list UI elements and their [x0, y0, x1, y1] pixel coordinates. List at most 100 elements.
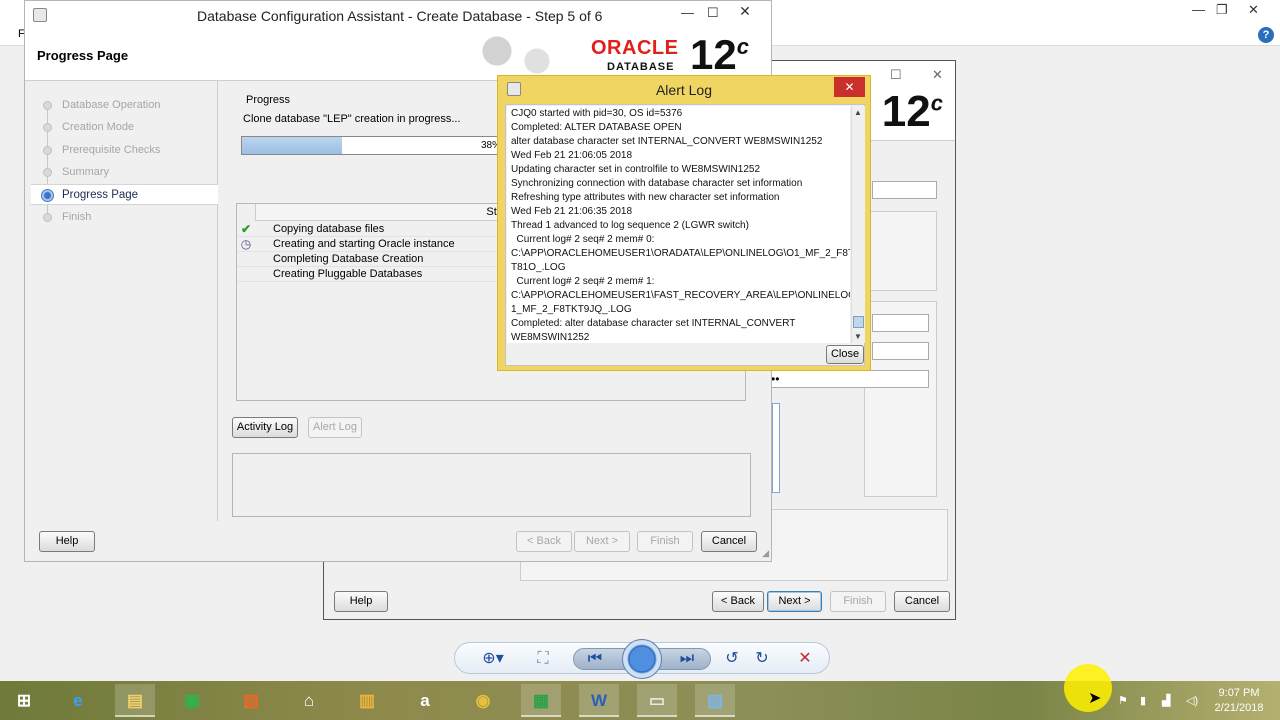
clock-icon: ◷	[240, 237, 252, 251]
alert-log-line: CJQ0 started with pid=30, OS id=5376	[511, 108, 683, 119]
12c-logo: 12c	[690, 31, 749, 78]
word-icon[interactable]: W	[579, 684, 619, 717]
oracle-logo: ORACLE	[591, 37, 679, 59]
store-icon[interactable]: ▣	[172, 684, 212, 717]
progress-fill	[242, 137, 342, 154]
network-icon[interactable]: ▟	[1162, 694, 1170, 707]
chrome-icon[interactable]: ◉	[463, 684, 503, 717]
alert-log-line: Wed Feb 21 21:06:05 2018	[511, 150, 633, 161]
bg-input-1[interactable]	[872, 181, 937, 199]
alert-log-line: alter database character set INTERNAL_CO…	[511, 136, 823, 147]
alert-log-line: Current log# 2 seq# 2 mem# 0:	[511, 234, 655, 245]
delete-icon[interactable]: ✕	[793, 647, 817, 671]
clock[interactable]: 9:07 PM 2/21/2018	[1208, 686, 1270, 716]
file-explorer-icon[interactable]: ▤	[115, 684, 155, 717]
step-navigator: Database Operation Creation Mode Prerequ…	[31, 81, 218, 521]
actual-size-icon[interactable]: ⛶	[531, 647, 555, 671]
bg-next-button[interactable]: Next >	[767, 591, 822, 612]
alert-log-button[interactable]: Alert Log	[308, 417, 362, 438]
maximize-icon[interactable]: ❐	[1216, 2, 1228, 18]
page-header: Progress Page ORACLE DATABASE 12c	[25, 31, 771, 81]
scroll-up-icon[interactable]: ▲	[854, 108, 862, 117]
photo-viewer-icon[interactable]: ▨	[695, 684, 735, 717]
page-title: Progress Page	[37, 48, 129, 63]
maximize-icon[interactable]: ☐	[707, 5, 719, 21]
next-button[interactable]: Next >	[574, 531, 630, 552]
previous-icon[interactable]: ⏮	[583, 647, 607, 671]
java-icon	[33, 8, 47, 22]
activity-log-button[interactable]: Activity Log	[232, 417, 298, 438]
nav-item-creation-mode: Creation Mode	[31, 117, 218, 138]
current-step-icon	[41, 189, 54, 202]
scroll-down-icon[interactable]: ▼	[854, 332, 862, 341]
alert-log-scrollbar[interactable]: ▲ ▼	[851, 106, 865, 343]
next-icon[interactable]: ⏭	[675, 647, 699, 671]
alert-log-line: C:\APP\ORACLEHOMEUSER1\FAST_RECOVERY_ARE…	[511, 290, 850, 301]
bg-finish-button[interactable]: Finish	[830, 591, 886, 612]
step-dot-icon	[43, 213, 52, 222]
close-icon[interactable]: ✕	[725, 3, 765, 23]
scroll-thumb[interactable]	[853, 316, 864, 328]
minimize-icon[interactable]: —	[1192, 2, 1205, 17]
close-icon[interactable]: ✕	[834, 77, 865, 97]
mouse-pointer-icon: ➤	[1088, 690, 1102, 707]
help-icon[interactable]: ?	[1258, 27, 1274, 43]
home-icon[interactable]: ⌂	[289, 684, 329, 717]
bg-input-2[interactable]	[872, 314, 929, 332]
zoom-icon[interactable]: ⊕▾	[479, 647, 507, 671]
notes-icon[interactable]: ▥	[347, 684, 387, 717]
progress-bar: 38%	[241, 136, 506, 155]
rotate-right-icon[interactable]: ↻	[751, 647, 773, 671]
close-icon[interactable]: ✕	[1248, 2, 1259, 18]
start-icon[interactable]: ⊞	[4, 684, 44, 717]
step-dot-icon	[43, 168, 52, 177]
bg-close-icon[interactable]: ✕	[932, 67, 943, 83]
application-window-icon[interactable]: ▭	[637, 684, 677, 717]
step-dot-icon	[43, 146, 52, 155]
progress-legend: Progress	[246, 94, 291, 106]
volume-icon[interactable]: ◁)	[1186, 694, 1198, 707]
cancel-button[interactable]: Cancel	[701, 531, 757, 552]
step-dot-icon	[43, 123, 52, 132]
alert-log-line: Completed: alter database character set …	[511, 318, 796, 329]
alert-log-line: Updating character set in controlfile to…	[511, 164, 760, 175]
resize-grip-icon[interactable]: ◢	[762, 548, 769, 559]
bg-panel-1	[864, 211, 937, 291]
checkmark-icon: ✔	[240, 222, 252, 236]
presentation-icon[interactable]: ▧	[231, 684, 271, 717]
internet-explorer-icon[interactable]: e	[58, 684, 98, 717]
step-dot-icon	[43, 101, 52, 110]
alert-log-line: 1_MF_2_F8TKT9JQ_.LOG	[511, 304, 632, 315]
alert-log-line: Completed: ALTER DATABASE OPEN	[511, 122, 682, 133]
alert-close-button[interactable]: Close	[826, 345, 864, 364]
help-button[interactable]: Help	[39, 531, 95, 552]
amazon-icon[interactable]: a	[405, 684, 445, 717]
bg-password-field[interactable]: ••	[766, 370, 929, 388]
bg-input-3[interactable]	[872, 342, 929, 360]
alert-log-line: WE8MSWIN1252	[511, 332, 590, 343]
window-title: Database Configuration Assistant - Creat…	[197, 8, 603, 24]
gears-graphic	[437, 31, 587, 81]
bg-list[interactable]	[772, 403, 780, 493]
finish-button[interactable]: Finish	[637, 531, 693, 552]
alert-log-line: Refreshing type attributes with new char…	[511, 192, 780, 203]
minimize-icon[interactable]: —	[681, 5, 694, 20]
bg-back-button[interactable]: < Back	[712, 591, 764, 612]
bg-help-button[interactable]: Help	[334, 591, 388, 612]
back-button[interactable]: < Back	[516, 531, 572, 552]
spreadsheet-icon[interactable]: ▦	[521, 684, 561, 717]
clock-date: 2/21/2018	[1214, 702, 1264, 714]
alert-log-line: Current log# 2 seq# 2 mem# 1:	[511, 276, 655, 287]
bg-maximize-icon[interactable]: ☐	[890, 67, 902, 83]
alert-log-title: Alert Log	[655, 82, 713, 98]
nav-item-progress-page: Progress Page	[31, 184, 218, 205]
clock-time: 9:07 PM	[1218, 687, 1260, 699]
database-logo-text: DATABASE	[607, 61, 675, 73]
battery-icon[interactable]: ▮	[1140, 694, 1146, 707]
flag-icon[interactable]: ⚑	[1118, 694, 1128, 707]
bg-cancel-button[interactable]: Cancel	[894, 591, 950, 612]
alert-log-textarea[interactable]: CJQ0 started with pid=30, OS id=5376 Comp…	[507, 106, 850, 343]
slideshow-icon[interactable]	[622, 639, 662, 679]
rotate-left-icon[interactable]: ↺	[721, 647, 743, 671]
dbca-titlebar: Database Configuration Assistant - Creat…	[25, 1, 771, 31]
